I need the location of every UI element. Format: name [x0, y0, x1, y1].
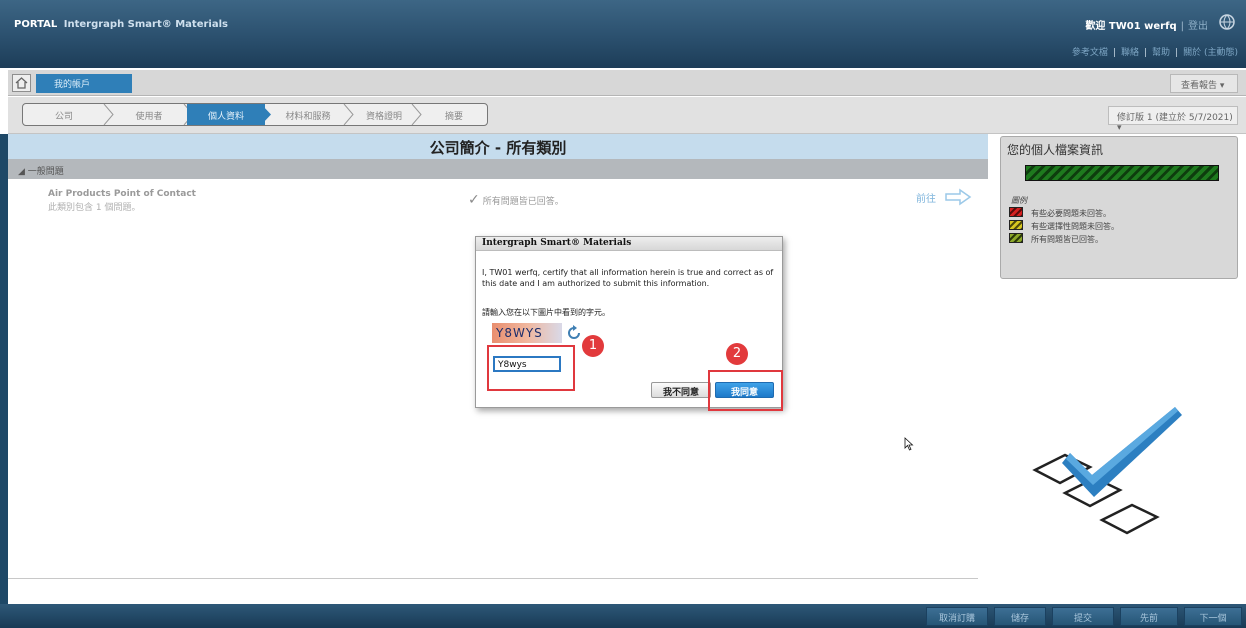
- checkmark-icon: ✓: [468, 192, 480, 208]
- wizard-bar: 公司 使用者 個人資料 材料和服務 資格證明 摘要 修訂版 1 (建立於 5/7…: [8, 97, 1246, 134]
- legend-label: 有些選擇性問題未回答。: [1031, 222, 1119, 231]
- section-header-general[interactable]: ◢ 一般問題: [8, 159, 988, 179]
- view-report-label: 查看報告: [1181, 81, 1218, 91]
- category-title: Air Products Point of Contact: [48, 189, 196, 199]
- step-summary[interactable]: 摘要: [421, 104, 487, 125]
- previous-button[interactable]: 先前: [1120, 607, 1178, 626]
- chevron-down-icon: ▾: [1219, 81, 1225, 91]
- panel-title: 您的個人檔案資訊: [1007, 143, 1104, 157]
- account-toolbar: 我的帳戶 查看報告 ▾: [8, 70, 1246, 96]
- cancel-order-button[interactable]: 取消訂購: [926, 607, 988, 626]
- product-name: Intergraph Smart® Materials: [63, 19, 228, 30]
- goto-link[interactable]: 前往: [916, 190, 936, 205]
- section-title: 一般問題: [27, 167, 64, 177]
- link-help[interactable]: 幫助: [1152, 48, 1170, 58]
- certify-text: I, TW01 werfq, certify that all informat…: [482, 268, 774, 288]
- page-title: 公司簡介 - 所有類別: [429, 139, 567, 157]
- footer-bar: 取消訂購 儲存 提交 先前 下一個: [0, 604, 1246, 628]
- captcha-image: Y8WYS: [492, 323, 562, 343]
- page-title-band: 公司簡介 - 所有類別: [8, 134, 988, 159]
- profile-info-panel: 您的個人檔案資訊 圖例 有些必要問題未回答。 有些選擇性問題未回答。 所有問題皆…: [1000, 136, 1238, 279]
- app-header: PORTAL Intergraph Smart® Materials 歡迎 TW…: [0, 0, 1246, 68]
- checklist-illustration-icon: [1032, 407, 1182, 535]
- link-contact[interactable]: 聯絡: [1121, 48, 1139, 58]
- collapse-icon: ◢: [18, 167, 28, 177]
- revision-label: 修訂版 1 (建立於 5/7/2021): [1117, 113, 1233, 123]
- annotation-marker-1: 1: [582, 335, 604, 357]
- logout-link[interactable]: 登出: [1188, 21, 1208, 32]
- legend-item-complete: 所有問題皆已回答。: [1009, 233, 1209, 245]
- dialog-title: Intergraph Smart® Materials: [482, 238, 632, 248]
- step-company[interactable]: 公司: [23, 104, 105, 125]
- link-separator: |: [1175, 48, 1179, 58]
- link-separator: |: [1112, 48, 1116, 58]
- category-subtitle: 此類別包含 1 個問題。: [48, 203, 141, 213]
- annotation-marker-2: 2: [726, 343, 748, 365]
- arrow-right-icon[interactable]: [944, 188, 972, 206]
- link-reference-docs[interactable]: 參考文檔: [1072, 48, 1108, 58]
- portal-label: PORTAL: [14, 19, 58, 30]
- legend-label: 有些必要問題未回答。: [1031, 209, 1111, 218]
- left-edge-strip: [0, 134, 8, 604]
- tab-my-account[interactable]: 我的帳戶: [36, 74, 132, 93]
- legend-title: 圖例: [1011, 196, 1027, 205]
- captcha-prompt: 請輸入您在以下圖片中看到的字元。: [482, 308, 610, 317]
- answered-text: 所有問題皆已回答。: [482, 197, 564, 207]
- link-about[interactable]: 關於 (主動態): [1183, 48, 1238, 58]
- globe-icon[interactable]: [1218, 13, 1236, 31]
- next-button[interactable]: 下一個: [1184, 607, 1242, 626]
- annotation-box-1: [487, 345, 575, 391]
- home-icon: [15, 77, 28, 89]
- submit-button[interactable]: 提交: [1052, 607, 1114, 626]
- legend-swatch-yellow: [1009, 220, 1023, 230]
- app-logo: PORTAL Intergraph Smart® Materials: [14, 19, 228, 30]
- profile-progress-bar: [1025, 165, 1219, 181]
- step-users[interactable]: 使用者: [113, 104, 185, 125]
- step-materials[interactable]: 材料和服務: [271, 104, 345, 125]
- answered-status: ✓ 所有問題皆已回答。: [468, 192, 564, 208]
- welcome-area: 歡迎 TW01 werfq | 登出: [1085, 17, 1208, 32]
- chevron-down-icon: ▾: [1117, 123, 1122, 133]
- revision-select[interactable]: 修訂版 1 (建立於 5/7/2021) ▾: [1108, 106, 1238, 133]
- header-links: 參考文檔 | 聯絡 | 幫助 | 關於 (主動態): [1072, 45, 1238, 58]
- legend-item-required: 有些必要問題未回答。: [1009, 207, 1209, 219]
- header-separator: |: [1180, 21, 1184, 32]
- captcha-text: Y8WYS: [496, 326, 543, 340]
- welcome-text: 歡迎 TW01 werfq: [1085, 21, 1177, 32]
- legend-swatch-red: [1009, 207, 1023, 217]
- view-report-button[interactable]: 查看報告 ▾: [1170, 74, 1238, 93]
- link-separator: |: [1144, 48, 1148, 58]
- legend-label: 所有問題皆已回答。: [1031, 235, 1103, 244]
- step-qualifications[interactable]: 資格證明: [353, 104, 415, 125]
- section-label: ◢ 一般問題: [18, 164, 64, 177]
- refresh-icon[interactable]: [566, 325, 582, 341]
- step-wizard: 公司 使用者 個人資料 材料和服務 資格證明 摘要: [22, 103, 488, 126]
- mouse-cursor-icon: [904, 437, 914, 451]
- dialog-titlebar: Intergraph Smart® Materials: [476, 237, 782, 251]
- disagree-button[interactable]: 我不同意: [651, 382, 711, 398]
- legend-item-optional: 有些選擇性問題未回答。: [1009, 220, 1209, 232]
- content-divider: [8, 578, 978, 579]
- annotation-box-2: [708, 370, 783, 411]
- home-button[interactable]: [12, 74, 31, 92]
- step-profile[interactable]: 個人資料: [187, 104, 265, 125]
- legend-swatch-green: [1009, 233, 1023, 243]
- save-button[interactable]: 儲存: [994, 607, 1046, 626]
